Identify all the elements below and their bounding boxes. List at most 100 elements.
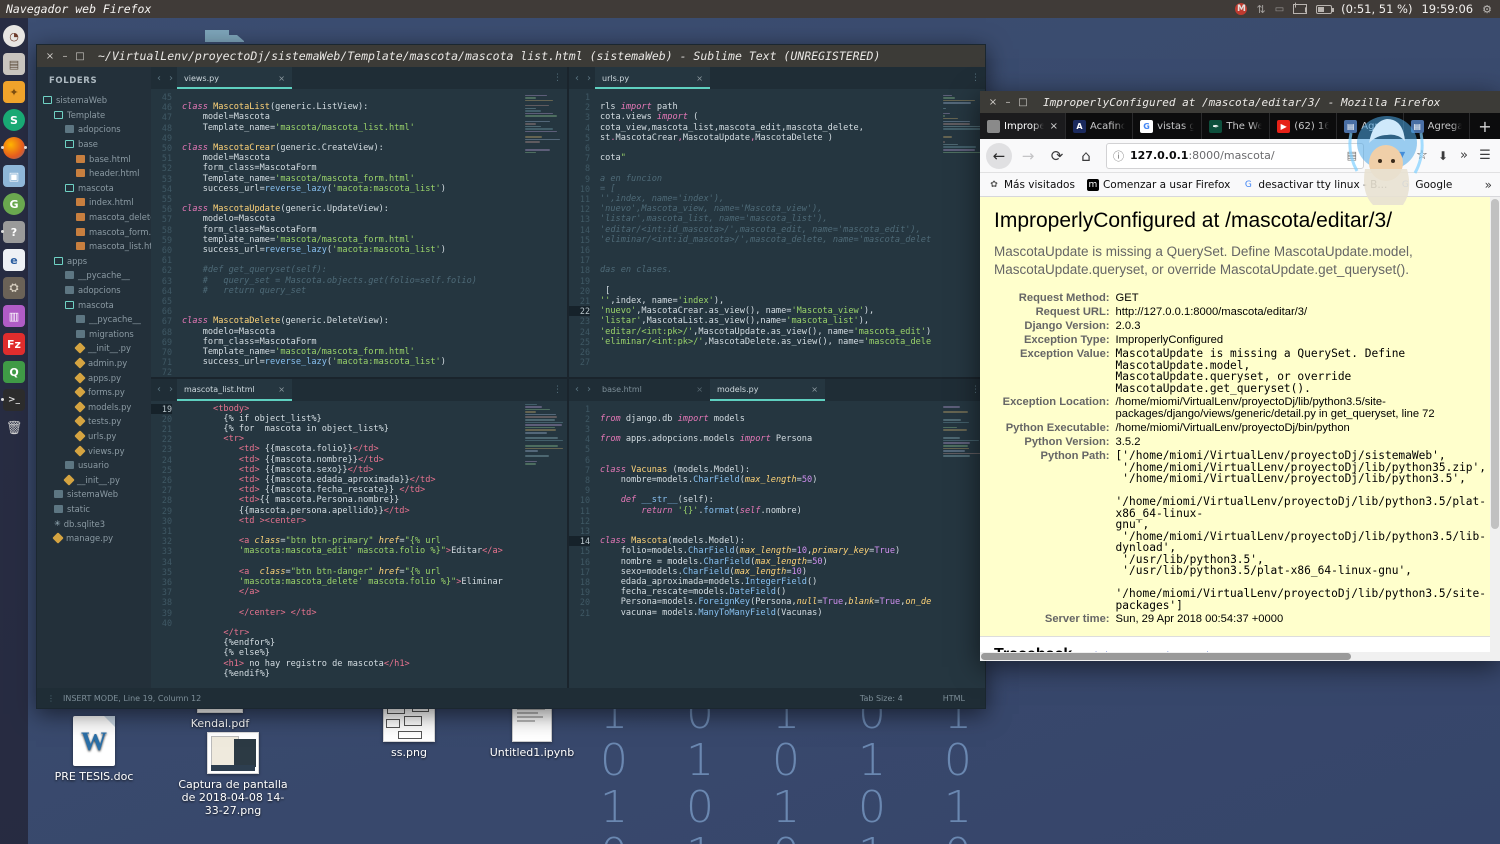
clock-text[interactable]: 19:59:06: [1421, 2, 1473, 16]
site-info-icon[interactable]: ⓘ: [1113, 148, 1124, 164]
editor-tab[interactable]: models.py ×: [710, 378, 825, 401]
firefox-maximize-button[interactable]: □: [1016, 95, 1030, 109]
sidebar-tree-item[interactable]: mascota: [37, 181, 151, 196]
editor-tab-close-icon[interactable]: ×: [696, 385, 703, 394]
sidebar-tree-item[interactable]: mascota_delete.html: [37, 210, 151, 225]
firefox-bookmarks-bar[interactable]: ✿ Más visitados m Comenzar a usar Firefox Gd…: [980, 173, 1500, 197]
sidebar-tree-item[interactable]: apps: [37, 254, 151, 269]
editor-tab-bar[interactable]: ‹ › urls.py × ⋮: [569, 67, 985, 89]
sidebar-tree-item[interactable]: __init__.py: [37, 472, 151, 487]
launcher-item-archive-manager[interactable]: ⛭: [1, 275, 27, 301]
launcher-item-sublime-text[interactable]: S: [1, 107, 27, 133]
sidebar-tree-item[interactable]: header.html: [37, 166, 151, 181]
browser-tab[interactable]: ▤ Agrega: [1404, 113, 1470, 139]
editor-tab-bar[interactable]: ‹ › mascota_list.html × ⋮: [151, 378, 567, 401]
bookmark-item[interactable]: G Google: [1399, 179, 1453, 191]
firefox-close-button[interactable]: ×: [986, 95, 1000, 109]
sidebar-tree-item[interactable]: forms.py: [37, 385, 151, 400]
firefox-tab-bar[interactable]: Imprope × A Acafinc Gvistas g ✒ The We ▶ (62) 16…: [980, 113, 1500, 139]
unity-top-panel[interactable]: Navegador web Firefox M ⇅ ▭ (0:51, 51 %)…: [0, 0, 1500, 18]
bookmark-star-icon[interactable]: ☆: [1413, 143, 1431, 169]
sublime-minimize-button[interactable]: –: [58, 49, 72, 63]
new-tab-button[interactable]: +: [1470, 113, 1500, 139]
sidebar-tree-item[interactable]: apps.py: [37, 370, 151, 385]
browser-tab[interactable]: A Acafinc: [1066, 113, 1134, 139]
sidebar-tree-item[interactable]: views.py: [37, 443, 151, 458]
launcher-item-libreoffice-calc[interactable]: Q: [1, 359, 27, 385]
status-menu-dots[interactable]: ⋮: [47, 694, 55, 703]
launcher-item-ubuntu-software[interactable]: ✦: [1, 79, 27, 105]
browser-tab[interactable]: Imprope ×: [980, 113, 1066, 139]
status-tab-size[interactable]: Tab Size: 4: [860, 694, 903, 703]
code-minimap[interactable]: [525, 92, 565, 172]
sidebar-tree-item[interactable]: manage.py: [37, 531, 151, 546]
back-button[interactable]: ←: [986, 142, 1012, 169]
browser-tab[interactable]: ✒ The We: [1202, 113, 1271, 139]
sidebar-tree-item[interactable]: urls.py: [37, 429, 151, 444]
code-minimap[interactable]: [943, 404, 983, 484]
page-actions-icon[interactable]: ⋯: [1371, 143, 1389, 169]
launcher-item-firefox[interactable]: [1, 135, 27, 161]
code-area[interactable]: 19 20 21 22 23 24 25 26 27 28 29 30 31 32 33 34 35 36 37 38…: [151, 401, 567, 689]
tab-prev-arrow[interactable]: ‹: [153, 73, 165, 84]
sidebar-tree-item[interactable]: index.html: [37, 195, 151, 210]
launcher-item-terminal[interactable]: >_: [1, 387, 27, 413]
sidebar-tree-item[interactable]: sistemaWeb: [37, 487, 151, 502]
launcher-item-ubuntu-dash[interactable]: ◔: [1, 23, 27, 49]
sidebar-tree-item[interactable]: adopcions: [37, 283, 151, 298]
bookmark-item[interactable]: ✿ Más visitados: [988, 179, 1075, 191]
unity-launcher[interactable]: ◔ ▤ ✦ S ▣ G ? e ⛭ ▥ Fz Q >_ 🗑: [0, 18, 28, 844]
launcher-item-files-nautilus[interactable]: ▤: [1, 51, 27, 77]
editor-tab-bar[interactable]: ‹ › base.html × models.py × ⋮: [569, 378, 985, 401]
sidebar-tree-item[interactable]: __init__.py: [37, 341, 151, 356]
editor-tab-close-icon[interactable]: ×: [278, 74, 285, 83]
launcher-item-app-purple[interactable]: ▥: [1, 303, 27, 329]
tab-next-arrow[interactable]: ›: [583, 73, 595, 84]
code-text[interactable]: rls import path cota.views import (cota_v…: [595, 89, 985, 377]
downloads-icon[interactable]: ⬇: [1434, 143, 1452, 169]
reader-mode-icon[interactable]: ▤: [1347, 149, 1357, 162]
battery-indicator[interactable]: [1316, 4, 1335, 14]
firefox-page-content[interactable]: ImproperlyConfigured at /mascota/editar/…: [980, 197, 1500, 661]
firefox-window[interactable]: × – □ ImproperlyConfigured at /mascota/e…: [980, 91, 1500, 661]
sidebar-tree-item[interactable]: sistemaWeb: [37, 93, 151, 108]
sync-indicator[interactable]: ⇅: [1256, 3, 1265, 16]
code-area[interactable]: 45 46 47 48 49 50 51 52 53 54 55 56 57 58 59 60 61 62 63 64…: [151, 89, 567, 377]
code-minimap[interactable]: [943, 92, 983, 172]
status-syntax[interactable]: HTML: [943, 694, 965, 703]
bookmark-items[interactable]: ✿ Más visitados m Comenzar a usar Firefox Gd…: [988, 178, 1453, 191]
hscrollbar-thumb[interactable]: [981, 653, 1351, 660]
sidebar-tree-item[interactable]: models.py: [37, 399, 151, 414]
pane-menu-icon[interactable]: ⋮: [971, 73, 985, 83]
forward-button[interactable]: →: [1015, 143, 1041, 169]
url-address-bar[interactable]: ⓘ 127.0.0.1:8000/mascota/ ▤: [1106, 142, 1364, 169]
browser-tab-close-icon[interactable]: ×: [1050, 121, 1058, 132]
hamburger-menu-icon[interactable]: ☰: [1476, 143, 1494, 169]
code-area[interactable]: 1 2 3 4 5 6 7 8 9 10 11 12 13 14 15 16 17 18 19 20 21 from d…: [569, 401, 985, 689]
editor-pane-urls-py[interactable]: ‹ › urls.py × ⋮ 1 2 3 4 5 6 7 8 9 10 11 12 13 14 15 16 17 18 19…: [569, 67, 985, 377]
launcher-item-virtualbox[interactable]: ▣: [1, 163, 27, 189]
panel-indicators[interactable]: M ⇅ ▭ (0:51, 51 %) 19:59:06 ⚙: [1235, 2, 1500, 16]
system-settings-indicator[interactable]: ⚙: [1482, 3, 1492, 16]
editor-pane-mascota-list-html[interactable]: ‹ › mascota_list.html × ⋮ 19 20 21 22 23 24 25 26 27 2…: [151, 378, 567, 689]
editor-pane-views-py[interactable]: ‹ › views.py × ⋮ 45 46 47 48 49 50 51 52 53 54 55 56 57 58…: [151, 67, 567, 377]
tab-prev-arrow[interactable]: ‹: [153, 384, 165, 395]
sidebar-tree-item[interactable]: mascota_form.html: [37, 224, 151, 239]
sidebar-tree-item[interactable]: ✳ db.sqlite3: [37, 516, 151, 531]
launcher-item-libreoffice-writer[interactable]: e: [1, 247, 27, 273]
tab-next-arrow[interactable]: ›: [165, 73, 177, 84]
sidebar-tree-item[interactable]: __pycache__: [37, 312, 151, 327]
sidebar-tree-item[interactable]: usuario: [37, 458, 151, 473]
editor-tab-close-icon[interactable]: ×: [278, 385, 285, 394]
browser-tab[interactable]: ▤ Agrega: [1337, 113, 1404, 139]
editor-tab[interactable]: mascota_list.html ×: [177, 378, 292, 401]
editor-tab[interactable]: views.py ×: [177, 67, 292, 89]
scrollbar-thumb[interactable]: [1491, 199, 1499, 529]
editor-tab-close-icon[interactable]: ×: [696, 74, 703, 83]
sidebar-tree-item[interactable]: migrations: [37, 327, 151, 342]
desktop-icon-pre-tesis-doc[interactable]: W PRE TESIS.doc: [48, 716, 140, 783]
pocket-icon[interactable]: ▼: [1392, 143, 1410, 169]
bookmark-item[interactable]: Gdesactivar tty linux - B...: [1242, 179, 1387, 191]
panel-window-title[interactable]: Navegador web Firefox: [6, 2, 151, 16]
tab-next-arrow[interactable]: ›: [583, 384, 595, 395]
